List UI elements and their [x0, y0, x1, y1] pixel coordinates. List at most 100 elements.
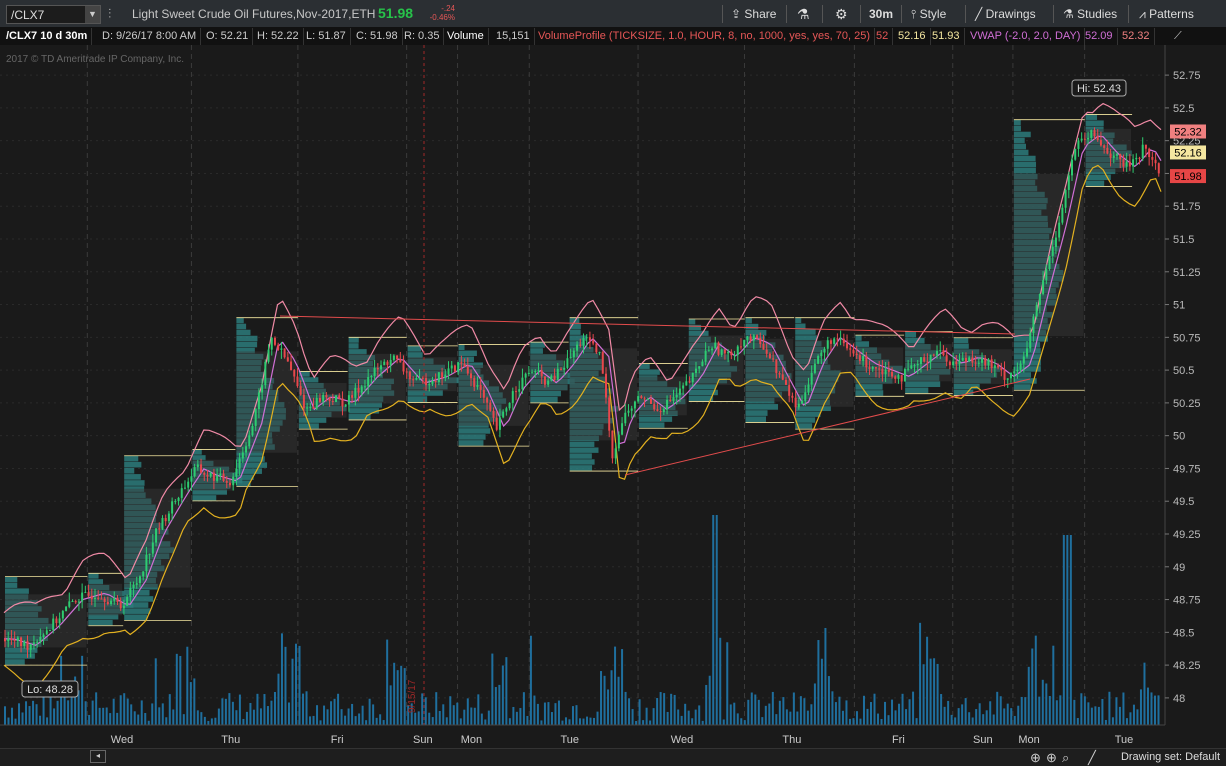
candle-body [495, 417, 498, 430]
volume-bar [417, 711, 420, 725]
scroll-left-icon[interactable]: ◂ [90, 750, 106, 763]
candle-body [26, 641, 29, 650]
volume-bar [484, 719, 487, 725]
candle-body [434, 381, 437, 383]
volume-bar [1076, 718, 1079, 725]
flask-icon[interactable]: ⚗ [797, 0, 810, 28]
volume-bar [151, 703, 154, 725]
candle-body [926, 361, 929, 363]
drawings-button[interactable]: ╱ Drawings [975, 0, 1036, 28]
candle-body [913, 365, 916, 367]
price-chart[interactable]: 9/15/17 52.7552.552.255251.7551.551.2551… [0, 45, 1226, 748]
volume-bar [1059, 695, 1062, 725]
profile-bar [795, 335, 817, 341]
price-tick-label: 51 [1173, 300, 1185, 312]
patterns-label: Patterns [1149, 7, 1194, 21]
candle-body [1009, 372, 1012, 379]
profile-bar [88, 573, 99, 579]
low-label: Lo: 48.28 [21, 680, 79, 698]
bar-high: H: 52.22 [253, 28, 304, 45]
volume-bar [263, 694, 266, 725]
volume-bar [11, 707, 14, 725]
volume-bar [715, 515, 718, 725]
volume-bar [340, 709, 343, 725]
volume-bar [722, 719, 725, 725]
candle-body [694, 368, 697, 373]
candle-body [286, 357, 289, 362]
volume-bar [852, 718, 855, 725]
candle-body [746, 336, 749, 341]
magnifier-icon[interactable]: ⌕ [1062, 750, 1069, 766]
bar-open: O: 52.21 [202, 28, 254, 45]
candle-body [1061, 207, 1064, 223]
volume-bar [228, 693, 231, 725]
trend-icon[interactable]: ⟋ [1170, 28, 1186, 45]
candle-body [984, 358, 987, 366]
pencil-icon[interactable]: ╱ [1088, 750, 1096, 766]
profile-bar [348, 343, 359, 349]
style-label: Style [919, 7, 947, 21]
link-icon[interactable]: ⫶ [108, 6, 111, 22]
volume-bar [32, 700, 35, 725]
profile-bar [236, 341, 258, 348]
volume-bar [519, 708, 522, 725]
volume-bar [677, 709, 680, 725]
volume-value: 15,151 [492, 28, 535, 45]
profile-bar [124, 467, 135, 474]
value-area [530, 354, 568, 391]
volume-bar [347, 708, 350, 725]
volume-bar [133, 711, 136, 725]
profile-bar [953, 343, 969, 349]
volume-bar [666, 711, 669, 725]
volume-bar [252, 709, 255, 725]
studies-button[interactable]: ⚗ Studies [1063, 0, 1117, 28]
candle-body [222, 473, 225, 481]
symbol-input[interactable]: /CLX7 ▼ [6, 5, 101, 24]
candle-body [849, 348, 852, 350]
candle-body [887, 369, 890, 372]
volume-bar [1143, 662, 1146, 725]
candle-body [328, 397, 331, 401]
pan-icon[interactable]: ⊕ [1030, 750, 1041, 766]
volume-bar [729, 704, 732, 725]
volume-bar [1104, 719, 1107, 725]
volume-bar [649, 720, 652, 725]
volume-bar [564, 717, 567, 725]
candle-body [457, 362, 460, 372]
volume-bar [154, 658, 157, 725]
chevron-down-icon[interactable]: ▼ [85, 6, 100, 23]
volume-bar [473, 707, 476, 725]
drawing-set-label[interactable]: Drawing set: Default [1121, 751, 1220, 763]
candle-body [216, 475, 219, 481]
candle-body [897, 375, 900, 379]
candle-body [752, 335, 755, 341]
share-button[interactable]: ⇪ Share [731, 0, 776, 28]
candle-body [325, 394, 328, 398]
volume-bar [396, 670, 399, 725]
timeframe-button[interactable]: 30m [869, 0, 893, 28]
candle-body [756, 335, 759, 339]
volume-bar [536, 703, 539, 725]
candle-body [470, 373, 473, 379]
volume-bar [119, 695, 122, 725]
candle-body [4, 638, 6, 642]
style-button[interactable]: ⫯ Style [911, 0, 946, 28]
volume-bar [84, 701, 87, 725]
volume-bar [652, 708, 655, 725]
volume-bar [158, 707, 161, 725]
gear-icon[interactable]: ⚙ [835, 0, 848, 28]
profile-bar [855, 341, 870, 347]
candle-body [187, 481, 190, 488]
zoom-in-icon[interactable]: ⊕ [1046, 750, 1057, 766]
patterns-button[interactable]: ⩘ Patterns [1139, 0, 1194, 28]
price-tick-label: 51.75 [1173, 201, 1201, 213]
volume-bar [656, 698, 659, 725]
volume-bar [750, 692, 753, 725]
volume-bar [35, 704, 38, 725]
candle-body [482, 389, 485, 398]
volume-bar [978, 703, 981, 725]
candle-body [1064, 189, 1067, 208]
volume-bar [554, 703, 557, 725]
candle-body [666, 399, 669, 410]
time-tick-label: Wed [111, 734, 133, 746]
